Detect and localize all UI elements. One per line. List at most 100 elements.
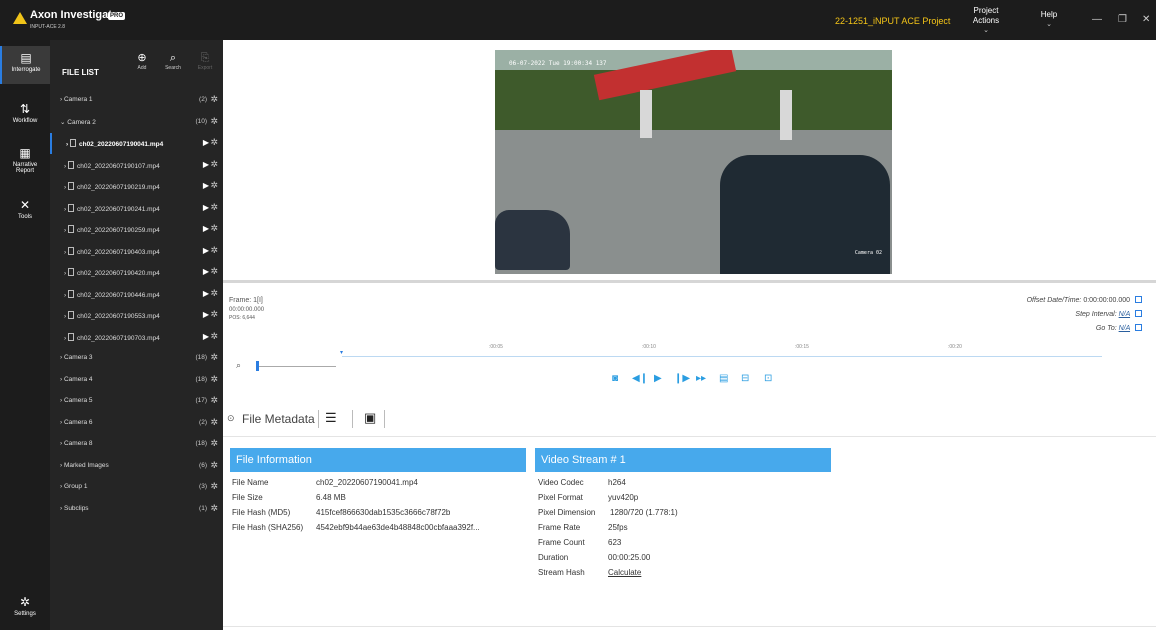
tools-icon: ✕ <box>19 198 31 212</box>
list-view-button[interactable]: ☰ <box>325 410 337 426</box>
file-item[interactable]: › ch02_20220607190703.mp4 ▶ ✲ <box>50 327 223 348</box>
gear-icon[interactable]: ✲ <box>210 202 218 213</box>
play-icon[interactable]: ▶ <box>203 267 209 276</box>
gear-icon[interactable]: ✲ <box>210 137 218 148</box>
file-item[interactable]: › ch02_20220607190420.mp4 ▶ ✲ <box>50 262 223 283</box>
collapse-icon[interactable]: ⊙ <box>227 413 235 424</box>
edit-icon[interactable] <box>1135 296 1142 303</box>
group-item[interactable]: › Camera 1 (2) ✲ <box>50 90 223 111</box>
gear-icon[interactable]: ✲ <box>210 223 218 234</box>
fit-view-icon[interactable]: ⊡ <box>764 373 772 384</box>
step-forward-icon[interactable]: ❙▶ <box>674 373 690 384</box>
play-icon[interactable]: ▶ <box>203 289 209 298</box>
gear-icon[interactable]: ✲ <box>210 159 218 170</box>
item-label: Camera 5 <box>63 397 93 404</box>
export-button[interactable]: ⎘ Export <box>193 52 217 71</box>
metadata-value: ch02_20220607190041.mp4 <box>316 478 418 487</box>
add-icon: ⊕ <box>137 52 147 64</box>
file-item[interactable]: › ch02_20220607190241.mp4 ▶ ✲ <box>50 198 223 219</box>
play-icon[interactable]: ▶ <box>203 138 209 147</box>
rail-item-interrogate[interactable]: ▤ Interrogate <box>0 46 50 84</box>
group-item[interactable]: › Camera 3 (18) ✲ <box>50 348 223 369</box>
help-menu[interactable]: Help ⌄ <box>1034 10 1064 30</box>
group-item[interactable]: › Subclips (1) ✲ <box>50 499 223 520</box>
file-icon <box>67 160 74 169</box>
timeline-track[interactable] <box>342 356 1102 357</box>
play-icon[interactable]: ▶ <box>203 181 209 190</box>
group-item[interactable]: › Group 1 (3) ✲ <box>50 477 223 498</box>
gear-icon[interactable]: ✲ <box>210 503 218 514</box>
file-icon <box>67 246 74 255</box>
metadata-row: Video Codec h264 <box>538 478 626 487</box>
edit-icon[interactable] <box>1135 324 1142 331</box>
video-frame[interactable]: 06-07-2022 Tue 19:00:34 137 Camera 02 <box>495 50 892 274</box>
gear-icon[interactable]: ✲ <box>210 352 218 363</box>
video-camera-label: Camera 02 <box>854 250 882 256</box>
group-item[interactable]: ⌄ Camera 2 (10) ✲ <box>50 112 223 133</box>
file-item[interactable]: › ch02_20220607190041.mp4 ▶ ✲ <box>50 133 223 154</box>
snapshot-icon[interactable]: ◙ <box>612 373 618 384</box>
rail-item-tools[interactable]: ✕ Tools <box>0 198 50 220</box>
file-item[interactable]: › ch02_20220607190446.mp4 ▶ ✲ <box>50 284 223 305</box>
file-item[interactable]: › ch02_20220607190219.mp4 ▶ ✲ <box>50 176 223 197</box>
close-button[interactable]: ✕ <box>1142 14 1150 25</box>
group-item[interactable]: › Camera 5 (17) ✲ <box>50 391 223 412</box>
gear-icon[interactable]: ✲ <box>210 309 218 320</box>
gear-icon[interactable]: ✲ <box>210 374 218 385</box>
file-list-panel: FILE LIST ⊕ Add ⌕ Search ⎘ Export › Came… <box>50 40 223 630</box>
group-item[interactable]: › Marked Images (6) ✲ <box>50 456 223 477</box>
panel-divider[interactable] <box>223 280 1156 283</box>
search-button[interactable]: ⌕ Search <box>161 52 185 71</box>
item-count: (18) <box>195 354 207 361</box>
play-icon[interactable]: ▶ <box>203 332 209 341</box>
gear-icon[interactable]: ✲ <box>210 481 218 492</box>
step-back-icon[interactable]: ◀❙ <box>632 373 648 384</box>
play-icon[interactable]: ▶ <box>203 203 209 212</box>
rail-item-settings[interactable]: ✲ Settings <box>0 595 50 617</box>
zoom-slider[interactable] <box>256 366 336 367</box>
rail-item-narrative-report[interactable]: ▦ Narrative Report <box>0 146 50 174</box>
item-label: Camera 4 <box>63 375 93 383</box>
save-icon[interactable]: ▣ <box>364 410 376 426</box>
gear-icon[interactable]: ✲ <box>210 245 218 256</box>
metadata-row: File Hash (MD5) 415fcef866630dab1535c3666… <box>232 508 450 517</box>
play-icon[interactable]: ▶ <box>203 224 209 233</box>
play-icon[interactable]: ▶ <box>203 310 209 319</box>
file-item[interactable]: › ch02_20220607190107.mp4 ▶ ✲ <box>50 155 223 176</box>
minimize-button[interactable]: — <box>1092 14 1102 25</box>
play-icon[interactable]: ▶ <box>203 160 209 169</box>
gear-icon[interactable]: ✲ <box>210 116 218 127</box>
add-button[interactable]: ⊕ Add <box>130 52 154 71</box>
edit-icon[interactable] <box>1135 310 1142 317</box>
gear-icon[interactable]: ✲ <box>210 331 218 342</box>
fast-forward-icon[interactable]: ▸▸ <box>696 373 706 384</box>
export-frame-icon[interactable]: ⊟ <box>741 373 749 384</box>
gear-icon[interactable]: ✲ <box>210 395 218 406</box>
file-item[interactable]: › ch02_20220607190553.mp4 ▶ ✲ <box>50 305 223 326</box>
calculate-link[interactable]: Calculate <box>608 568 641 577</box>
zoom-slider-handle[interactable] <box>256 361 259 371</box>
group-item[interactable]: › Camera 6 (2) ✲ <box>50 413 223 434</box>
group-item[interactable]: › Camera 8 (18) ✲ <box>50 434 223 455</box>
metadata-value: 4542ebf9b44ae63de4b48848c00cbfaaa392f... <box>316 523 480 532</box>
gear-icon[interactable]: ✲ <box>210 438 218 449</box>
file-item[interactable]: › ch02_20220607190259.mp4 ▶ ✲ <box>50 219 223 240</box>
rail-item-workflow[interactable]: ⇅ Workflow <box>0 102 50 124</box>
gear-icon[interactable]: ✲ <box>210 94 218 105</box>
gear-icon[interactable]: ✲ <box>210 460 218 471</box>
gear-icon[interactable]: ✲ <box>210 288 218 299</box>
play-icon[interactable]: ▶ <box>203 246 209 255</box>
playhead[interactable]: ▾ <box>340 349 343 356</box>
project-name[interactable]: 22-1251_iNPUT ACE Project <box>835 16 950 26</box>
file-item[interactable]: › ch02_20220607190403.mp4 ▶ ✲ <box>50 241 223 262</box>
timeline-tick: :00:20 <box>948 344 962 350</box>
frame-list-icon[interactable]: ▤ <box>719 373 728 384</box>
maximize-button[interactable]: ❐ <box>1118 14 1127 25</box>
metadata-key: Pixel Format <box>538 493 583 502</box>
project-actions-menu[interactable]: Project Actions ⌄ <box>968 6 1004 36</box>
gear-icon[interactable]: ✲ <box>210 266 218 277</box>
gear-icon[interactable]: ✲ <box>210 417 218 428</box>
group-item[interactable]: › Camera 4 (18) ✲ <box>50 370 223 391</box>
play-icon[interactable]: ▶ <box>654 373 662 384</box>
gear-icon[interactable]: ✲ <box>210 180 218 191</box>
